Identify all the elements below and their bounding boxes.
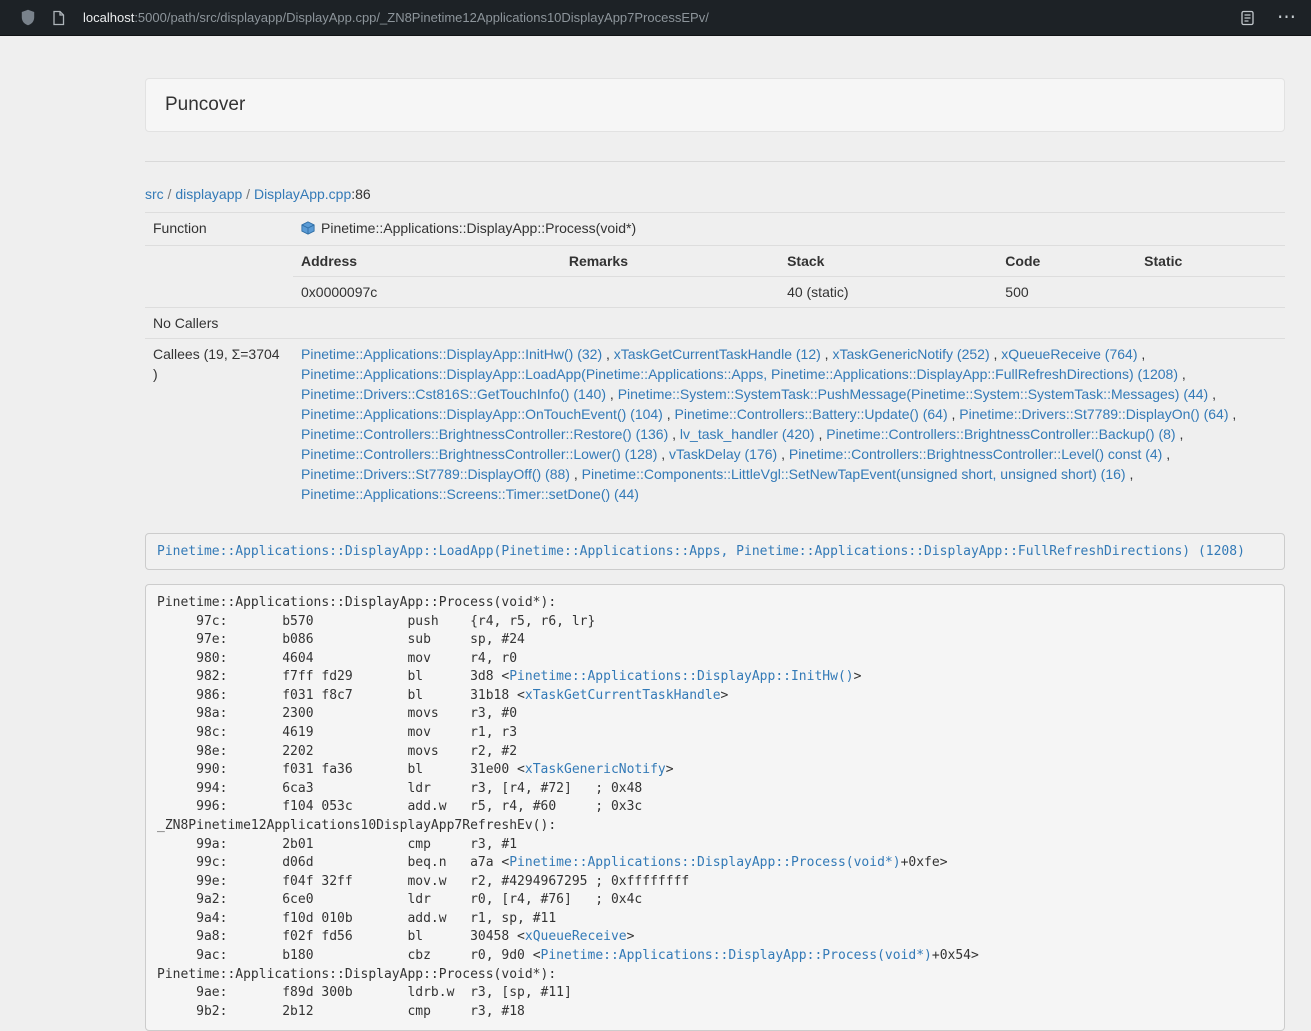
function-name: Pinetime::Applications::DisplayApp::Proc…: [321, 220, 636, 236]
callee-link[interactable]: xTaskGenericNotify (252): [832, 346, 989, 362]
callee-link[interactable]: Pinetime::Controllers::BrightnessControl…: [301, 446, 657, 462]
table-row: No Callers: [145, 308, 1285, 339]
callee-separator: ,: [815, 426, 827, 442]
callee-link[interactable]: Pinetime::Applications::DisplayApp::OnTo…: [301, 406, 663, 422]
callee-separator: ,: [1178, 366, 1186, 382]
address-value: 0x0000097c: [293, 277, 561, 308]
menu-icon[interactable]: ⋯: [1277, 8, 1297, 27]
app-header-panel: Puncover: [145, 78, 1285, 132]
callee-link[interactable]: Pinetime::Applications::DisplayApp::Load…: [301, 366, 1178, 382]
function-type-icon: [301, 220, 315, 240]
breadcrumb-displayapp[interactable]: displayapp: [175, 186, 242, 202]
symbol-table: Function Pinetime::Applications::Display…: [145, 212, 1285, 509]
table-header-row: Address Remarks Stack Code Static: [293, 246, 1285, 277]
breadcrumb: src / displayapp / DisplayApp.cpp:86: [145, 184, 1285, 204]
disassembly-code: Pinetime::Applications::DisplayApp::Proc…: [145, 584, 1285, 1031]
callee-separator: ,: [948, 406, 960, 422]
shield-icon[interactable]: [20, 9, 36, 26]
column-static: Static: [1136, 246, 1285, 277]
callee-link[interactable]: vTaskDelay (176): [669, 446, 777, 462]
table-row: Callees (19, Σ=3704 ) Pinetime::Applicat…: [145, 339, 1285, 510]
callee-separator: ,: [1229, 406, 1237, 422]
callee-link[interactable]: Pinetime::System::SystemTask::PushMessag…: [618, 386, 1209, 402]
callees-label: Callees (19, Σ=3704 ): [145, 339, 293, 510]
callee-separator: ,: [1162, 446, 1170, 462]
callee-link[interactable]: Pinetime::Controllers::Battery::Update()…: [675, 406, 948, 422]
empty-row-label: [145, 246, 293, 308]
column-code: Code: [997, 246, 1136, 277]
callee-link[interactable]: Pinetime::Drivers::Cst816S::GetTouchInfo…: [301, 386, 606, 402]
breadcrumb-separator: /: [164, 186, 176, 202]
column-stack: Stack: [779, 246, 997, 277]
code-symbol-link[interactable]: xTaskGetCurrentTaskHandle: [525, 688, 721, 703]
table-row: 0x0000097c 40 (static) 500: [293, 277, 1285, 308]
stack-value: 40 (static): [779, 277, 997, 308]
callee-separator: ,: [1126, 466, 1134, 482]
table-row: Address Remarks Stack Code Static 0x0000…: [145, 246, 1285, 308]
callee-separator: ,: [1137, 346, 1145, 362]
table-row: Function Pinetime::Applications::Display…: [145, 213, 1285, 246]
selected-callee-link[interactable]: Pinetime::Applications::DisplayApp::Load…: [157, 544, 1245, 559]
callee-link[interactable]: lv_task_handler (420): [680, 426, 815, 442]
callee-link[interactable]: xQueueReceive (764): [1001, 346, 1137, 362]
url-host: localhost: [83, 10, 134, 25]
code-symbol-link[interactable]: Pinetime::Applications::DisplayApp::Init…: [509, 669, 853, 684]
column-remarks: Remarks: [561, 246, 779, 277]
callee-link[interactable]: Pinetime::Drivers::St7789::DisplayOn() (…: [959, 406, 1228, 422]
url-path: :5000/path/src/displayapp/DisplayApp.cpp…: [134, 10, 709, 25]
column-address: Address: [293, 246, 561, 277]
address-bar[interactable]: localhost:5000/path/src/displayapp/Displ…: [83, 10, 1240, 25]
code-symbol-link[interactable]: xQueueReceive: [525, 929, 627, 944]
callee-separator: ,: [570, 466, 582, 482]
callee-separator: ,: [777, 446, 789, 462]
callee-link[interactable]: Pinetime::Drivers::St7789::DisplayOff() …: [301, 466, 570, 482]
callee-separator: ,: [1176, 426, 1184, 442]
callees-list: Pinetime::Applications::DisplayApp::Init…: [293, 339, 1285, 510]
divider: [145, 161, 1285, 162]
callee-separator: ,: [657, 446, 669, 462]
function-row-label: Function: [145, 213, 293, 246]
callee-separator: ,: [606, 386, 618, 402]
code-symbol-link[interactable]: xTaskGenericNotify: [525, 762, 666, 777]
page-icon: [51, 10, 66, 26]
callee-separator: ,: [1208, 386, 1216, 402]
callee-separator: ,: [602, 346, 614, 362]
breadcrumb-separator: /: [242, 186, 254, 202]
callee-separator: ,: [990, 346, 1002, 362]
callee-separator: ,: [668, 426, 680, 442]
code-symbol-link[interactable]: Pinetime::Applications::DisplayApp::Proc…: [541, 948, 932, 963]
no-callers-label: No Callers: [145, 308, 293, 339]
callee-link[interactable]: Pinetime::Applications::Screens::Timer::…: [301, 486, 639, 502]
static-value: [1136, 277, 1285, 308]
browser-topbar: localhost:5000/path/src/displayapp/Displ…: [0, 0, 1311, 36]
breadcrumb-file[interactable]: DisplayApp.cpp: [254, 186, 351, 202]
callee-link[interactable]: Pinetime::Controllers::BrightnessControl…: [789, 446, 1162, 462]
breadcrumb-line-number: :86: [351, 186, 370, 202]
page-title: Puncover: [165, 94, 245, 115]
callee-separator: ,: [663, 406, 675, 422]
remarks-value: [561, 277, 779, 308]
callee-link[interactable]: Pinetime::Controllers::BrightnessControl…: [826, 426, 1175, 442]
function-stats-table: Address Remarks Stack Code Static 0x0000…: [293, 246, 1285, 307]
callee-link[interactable]: Pinetime::Applications::DisplayApp::Init…: [301, 346, 602, 362]
main-content: Puncover src / displayapp / DisplayApp.c…: [145, 78, 1285, 1031]
callee-link[interactable]: Pinetime::Components::LittleVgl::SetNewT…: [582, 466, 1126, 482]
code-value: 500: [997, 277, 1136, 308]
breadcrumb-src[interactable]: src: [145, 186, 164, 202]
callee-link[interactable]: xTaskGetCurrentTaskHandle (12): [614, 346, 821, 362]
selected-callee-box: Pinetime::Applications::DisplayApp::Load…: [145, 533, 1285, 570]
code-symbol-link[interactable]: Pinetime::Applications::DisplayApp::Proc…: [509, 855, 900, 870]
reader-mode-icon[interactable]: [1240, 10, 1255, 26]
callee-link[interactable]: Pinetime::Controllers::BrightnessControl…: [301, 426, 668, 442]
callee-separator: ,: [821, 346, 833, 362]
